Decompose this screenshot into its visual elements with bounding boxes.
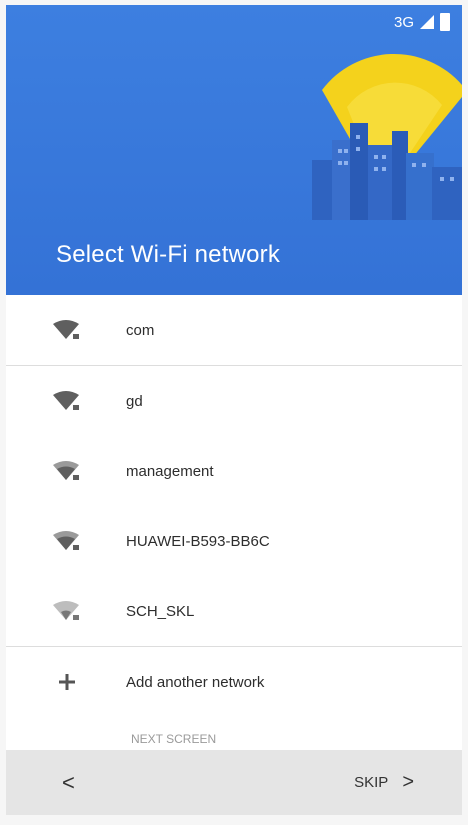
wifi-city-illustration — [312, 53, 462, 220]
wifi-secured-icon — [52, 600, 82, 622]
network-item[interactable]: management — [6, 436, 462, 506]
network-type: 3G — [393, 13, 414, 31]
wifi-secured-icon — [52, 319, 82, 341]
chevron-right-icon: > — [402, 771, 414, 793]
network-list: com gd management HUAWEI-B593-BB6C SCH_S… — [6, 295, 462, 717]
skip-button[interactable]: SKIP > — [354, 771, 414, 794]
header: 3G Select Wi-Fi network — [6, 5, 462, 295]
network-name: HUAWEI-B593-BB6C — [126, 532, 270, 550]
plus-icon — [52, 671, 82, 693]
network-name: gd — [126, 392, 143, 410]
network-item[interactable]: gd — [6, 366, 462, 436]
wifi-secured-icon — [52, 530, 82, 552]
skip-label: SKIP — [354, 774, 389, 791]
network-name: com — [126, 321, 155, 339]
bottom-nav: < SKIP > — [6, 750, 462, 815]
wifi-secured-icon — [52, 390, 82, 412]
network-name: management — [126, 462, 214, 480]
status-bar: 3G — [394, 13, 450, 31]
add-network-item[interactable]: Add another network — [6, 647, 462, 717]
back-button[interactable]: < — [62, 770, 75, 796]
network-item[interactable]: SCH_SKL — [6, 576, 462, 646]
battery-icon — [440, 13, 450, 31]
more-label: NEXT SCREEN — [131, 732, 217, 746]
network-item[interactable]: HUAWEI-B593-BB6C — [6, 506, 462, 576]
page-title: Select Wi-Fi network — [56, 241, 281, 268]
setup-screen: 3G Select Wi-Fi network com gd managemen… — [6, 5, 462, 815]
network-name: SCH_SKL — [126, 602, 195, 620]
add-network-label: Add another network — [126, 673, 265, 691]
network-item[interactable]: com — [6, 295, 462, 365]
signal-icon — [420, 15, 434, 29]
wifi-secured-icon — [52, 460, 82, 482]
